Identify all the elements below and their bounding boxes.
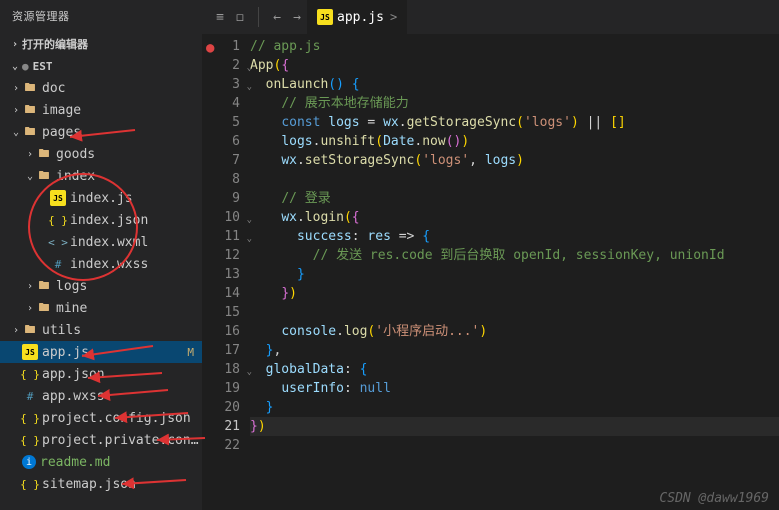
folder-item[interactable]: ›🖿utils [0, 319, 202, 341]
file-item[interactable]: # index.wxss [0, 253, 202, 275]
info-icon: i [22, 455, 36, 469]
folder-item[interactable]: ⌄🖿index [0, 165, 202, 187]
tab-app-js[interactable]: JS app.js > [307, 0, 407, 35]
open-editors-section[interactable]: › 打开的编辑器 [0, 32, 202, 56]
file-item[interactable]: JS app.jsM [0, 341, 202, 363]
wxss-icon: # [22, 388, 38, 404]
open-editors-label: 打开的编辑器 [22, 36, 88, 52]
file-item[interactable]: { } project.config.json [0, 407, 202, 429]
wxss-icon: # [50, 256, 66, 272]
file-tree: ›🖿doc›🖿image⌄🖿pages›🖿goods⌄🖿indexJSindex… [0, 77, 202, 510]
file-label: index.js [70, 191, 202, 206]
tab-label: app.js [337, 10, 384, 25]
folder-icon: 🖿 [36, 146, 52, 162]
file-item[interactable]: { } sitemap.json [0, 473, 202, 495]
project-name: EST [33, 60, 53, 73]
file-item[interactable]: # app.wxss [0, 385, 202, 407]
file-item[interactable]: { } app.json [0, 363, 202, 385]
file-item[interactable]: JS index.js [0, 187, 202, 209]
wxml-icon: < > [50, 234, 66, 250]
json-icon: { } [22, 410, 38, 426]
file-label: app.wxss [42, 389, 202, 404]
file-label: pages [42, 125, 202, 140]
json-icon: { } [22, 366, 38, 382]
file-item[interactable]: < > index.wxml [0, 231, 202, 253]
folder-item[interactable]: ›🖿mine [0, 297, 202, 319]
folder-item[interactable]: ›🖿goods [0, 143, 202, 165]
file-label: logs [56, 279, 202, 294]
editor-pane: ≡ ◻ ← → JS app.js > 1⌄2⌄3456789⌄10⌄11121… [202, 0, 779, 510]
file-label: utils [42, 323, 202, 338]
explorer-title: 资源管理器 [0, 0, 202, 32]
json-icon: { } [22, 432, 38, 448]
modified-badge: M [187, 346, 194, 359]
folder-icon: 🖿 [22, 80, 38, 96]
file-label: index [56, 169, 202, 184]
json-icon: { } [22, 476, 38, 492]
folder-item[interactable]: ⌄🖿pages [0, 121, 202, 143]
js-icon: JS [317, 9, 333, 25]
folder-icon: 🖿 [22, 124, 38, 140]
folder-icon: 🖿 [36, 278, 52, 294]
chevron-down-icon: ⌄ [8, 61, 22, 72]
file-label: sitemap.json [42, 477, 202, 492]
file-item[interactable]: i readme.md [0, 451, 202, 473]
watermark: CSDN @daww1969 [659, 491, 769, 506]
file-item[interactable]: { } index.json [0, 209, 202, 231]
file-label: doc [42, 81, 202, 96]
json-icon: { } [50, 212, 66, 228]
file-label: project.private.config.js... [42, 433, 202, 448]
file-label: index.json [70, 213, 202, 228]
folder-item[interactable]: ›🖿doc [0, 77, 202, 99]
js-icon: JS [22, 344, 38, 360]
folder-icon: 🖿 [36, 300, 52, 316]
js-icon: JS [50, 190, 66, 206]
chevron-right-icon: › [8, 39, 22, 50]
breadcrumb: > [390, 10, 397, 24]
project-section[interactable]: ⌄ ● EST [0, 56, 202, 77]
file-label: goods [56, 147, 202, 162]
file-label: app.json [42, 367, 202, 382]
explorer-sidebar: 资源管理器 › 打开的编辑器 ⌄ ● EST ›🖿doc›🖿image⌄🖿pag… [0, 0, 202, 510]
back-icon[interactable]: ← [267, 10, 287, 25]
file-label: index.wxss [70, 257, 202, 272]
file-label: image [42, 103, 202, 118]
bookmark-icon[interactable]: ◻ [230, 10, 250, 25]
editor-tabs: ≡ ◻ ← → JS app.js > [202, 0, 779, 35]
file-label: project.config.json [42, 411, 202, 426]
file-label: readme.md [40, 455, 202, 470]
folder-item[interactable]: ›🖿logs [0, 275, 202, 297]
code-area[interactable]: 1⌄2⌄3456789⌄10⌄11121314151617⌄1819202122… [202, 35, 779, 510]
file-label: index.wxml [70, 235, 202, 250]
file-label: mine [56, 301, 202, 316]
folder-icon: 🖿 [36, 168, 52, 184]
file-item[interactable]: { } project.private.config.js... [0, 429, 202, 451]
menu-icon[interactable]: ≡ [210, 10, 230, 25]
folder-item[interactable]: ›🖿image [0, 99, 202, 121]
folder-icon: 🖿 [22, 322, 38, 338]
file-label: app.js [42, 345, 187, 360]
code-lines[interactable]: // app.jsApp({ onLaunch() { // 展示本地存储能力 … [250, 37, 779, 510]
forward-icon[interactable]: → [287, 10, 307, 25]
folder-icon: 🖿 [22, 102, 38, 118]
line-gutter: 1⌄2⌄3456789⌄10⌄11121314151617⌄1819202122 [202, 37, 250, 510]
